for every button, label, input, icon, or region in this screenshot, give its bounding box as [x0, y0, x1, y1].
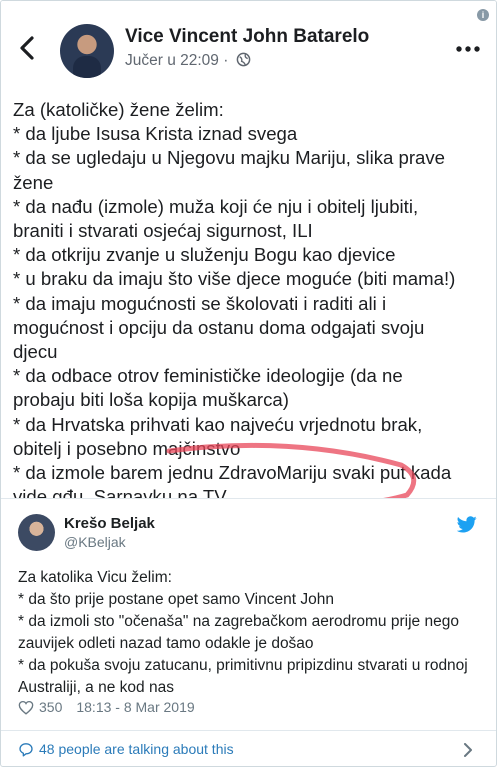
globe-icon [236, 52, 251, 67]
tweet-line: * da izmoli sto "očenaša" na zagrebačkom… [18, 613, 459, 652]
twitter-bird-icon[interactable] [457, 516, 477, 533]
tweet-line: Za katolika Vicu želim: [18, 569, 172, 586]
tweet-line: * da što prije postane opet samo Vincent… [18, 591, 334, 608]
facebook-post-time: Jučer u 22:09 · [125, 52, 229, 69]
post-line: * da nađu (izmole) muža koji će nju i ob… [13, 195, 419, 217]
facebook-screenshot-image[interactable]: Vice Vincent John Batarelo Jučer u 22:09… [1, 1, 496, 499]
post-line: braniti i stvarati osjećaj sigurnost, IL… [13, 220, 313, 242]
post-line: mogućnost i opciju da ostanu doma odgaja… [13, 316, 425, 338]
tweet-meta: 350 18:13 - 8 Mar 2019 [18, 699, 195, 715]
post-line: * da otkriju zvanje u služenju Bogu kao … [13, 244, 396, 266]
tweet-line: * da pokuša svoju zatucanu, primitivnu p… [18, 657, 468, 696]
comment-icon [19, 742, 33, 756]
post-line: probaju biti loša kopija muškarca) [13, 389, 289, 411]
chevron-right-icon[interactable] [463, 743, 473, 757]
info-icon[interactable]: i [477, 9, 489, 21]
post-line: * da odbace otrov feminističke ideologij… [13, 365, 403, 387]
tweet-author-handle[interactable]: @KBeljak [64, 534, 126, 550]
post-line: Za (katoličke) žene želim: [13, 99, 224, 120]
facebook-post-meta: Jučer u 22:09 · [125, 52, 251, 70]
back-arrow-icon [20, 36, 34, 60]
talking-count-text[interactable]: 48 people are talking about this [39, 741, 234, 757]
more-icon [456, 46, 480, 52]
tweet-text: Za katolika Vicu želim: * da što prije p… [18, 567, 483, 699]
facebook-author-name: Vice Vincent John Batarelo [125, 26, 370, 47]
post-line: * u braku da imaju što više djece moguće… [13, 268, 456, 290]
tweet-author-avatar[interactable] [18, 514, 55, 551]
tweet-timestamp[interactable]: 18:13 - 8 Mar 2019 [76, 699, 194, 715]
facebook-author-avatar [60, 24, 114, 78]
facebook-post-header: Vice Vincent John Batarelo Jučer u 22:09… [1, 1, 496, 87]
like-count[interactable]: 350 [39, 699, 62, 715]
red-highlight-scribble [166, 442, 417, 498]
post-line: djecu [13, 341, 58, 363]
post-line: žene [13, 171, 54, 193]
talking-link[interactable]: 48 people are talking about this [18, 741, 234, 757]
post-line: * da ljube Isusa Krista iznad svega [13, 123, 298, 145]
post-line: * da Hrvatska prihvati kao najveću vrjed… [13, 413, 423, 435]
tweet-author-name[interactable]: Krešo Beljak [64, 515, 155, 532]
post-line: * da imaju mogućnosti se školovati i rad… [13, 292, 387, 314]
tweet-embed: Vice Vincent John Batarelo Jučer u 22:09… [0, 0, 497, 767]
tweet-footer[interactable]: 48 people are talking about this [1, 730, 496, 766]
post-line: * da se ugledaju u Njegovu majku Mariju,… [13, 147, 446, 169]
heart-icon[interactable] [18, 700, 34, 715]
